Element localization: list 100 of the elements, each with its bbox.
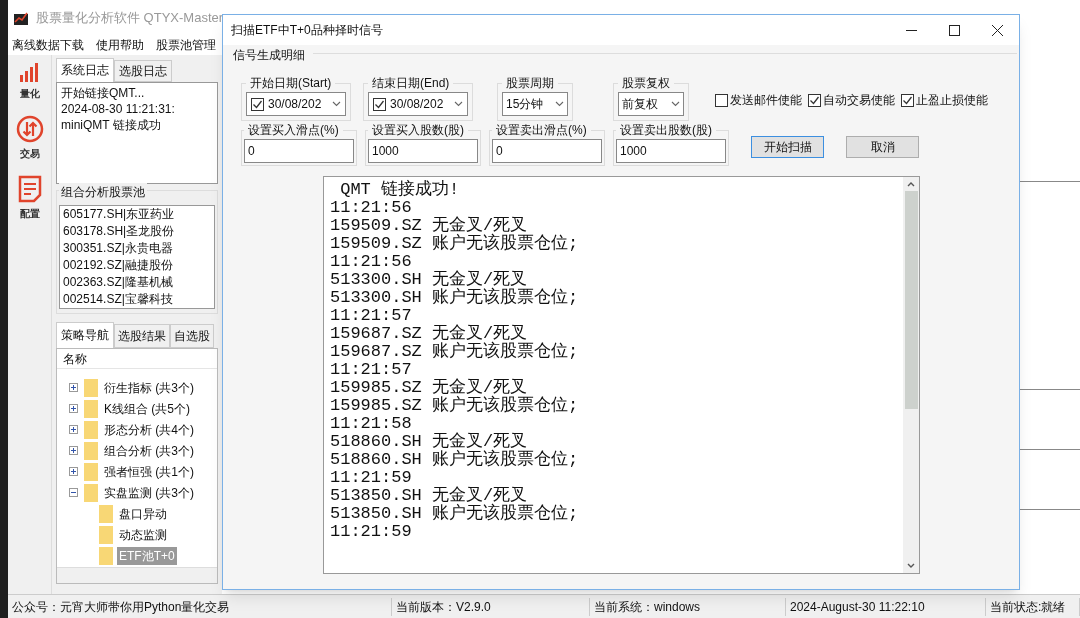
log-line: 11:21:59 (330, 523, 413, 541)
dialog-button[interactable]: 取消 (846, 136, 919, 158)
expand-icon[interactable] (69, 467, 78, 476)
field-label: 设置买入滑点(%) (247, 122, 340, 139)
menu-item[interactable]: 使用帮助 (96, 36, 144, 54)
expand-icon[interactable] (69, 425, 78, 434)
window-title: 股票量化分析软件 QTYX-Master (36, 8, 224, 27)
chevron-down-icon[interactable] (332, 101, 341, 107)
checkbox[interactable] (373, 97, 386, 111)
input-field[interactable]: 1000 (616, 139, 726, 163)
tab[interactable]: 策略导航 (56, 322, 114, 348)
stock-item[interactable]: 603178.SH|圣龙股份 (63, 223, 211, 240)
group-title: 信号生成明细 (225, 46, 313, 64)
scroll-thumb[interactable] (904, 191, 918, 409)
status-text: 公众号：元宵大师带你用Python量化交易 (8, 597, 392, 616)
field-label: 股票复权 (621, 75, 671, 92)
log-line: miniQMT 链接成功 (61, 117, 162, 133)
collapse-icon[interactable] (69, 488, 78, 497)
log-line: 11:21:56 (330, 253, 413, 271)
log-line: 开始链接QMT... (61, 85, 146, 101)
tree-item[interactable]: 动态监测 (117, 525, 169, 544)
tab[interactable]: 选股日志 (114, 60, 172, 82)
app-logo-icon (14, 10, 28, 25)
checkbox-label[interactable]: 止盈止损使能 (916, 91, 988, 109)
stock-item[interactable]: 002192.SZ|融捷股份 (63, 257, 211, 274)
field-label: 结束日期(End) (371, 75, 451, 92)
sidebar-label[interactable]: 量化 (19, 86, 40, 101)
checkbox[interactable] (251, 97, 264, 111)
field-label: 设置卖出股数(股) (619, 122, 713, 139)
log-line: 513300.SH 账户无该股票仓位; (330, 289, 580, 307)
expand-icon[interactable] (69, 383, 78, 392)
field-label: 股票周期 (505, 75, 555, 92)
field-label: 开始日期(Start) (249, 75, 333, 92)
chevron-down-icon[interactable] (454, 101, 463, 107)
menu-item[interactable]: 股票池管理 (156, 36, 216, 54)
input-field[interactable]: 0 (244, 139, 354, 163)
stock-item[interactable]: 300351.SZ|永贵电器 (63, 240, 211, 257)
maximize-icon[interactable] (949, 24, 960, 36)
log-line: 11:21:59 (330, 469, 413, 487)
tree-item[interactable]: 衍生指标 (共3个) (104, 378, 194, 397)
field-label: 设置买入股数(股) (371, 122, 465, 139)
folder-icon (84, 378, 98, 397)
log-line: 2024-08-30 11:21:31: (61, 101, 176, 117)
tree-item[interactable]: 实盘监测 (共3个) (104, 483, 194, 502)
folder-icon (99, 525, 113, 544)
stock-item[interactable]: 002514.SZ|宝馨科技 (63, 291, 211, 308)
expand-icon[interactable] (69, 404, 78, 413)
expand-icon[interactable] (69, 446, 78, 455)
log-line: QMT 链接成功! (339, 181, 461, 199)
date-picker[interactable]: 30/08/202 (246, 92, 346, 116)
status-text: 当前状态:就绪 (986, 597, 1080, 616)
document-icon (17, 175, 42, 203)
dialog-button[interactable]: 开始扫描 (751, 136, 824, 158)
close-icon[interactable] (992, 24, 1003, 36)
field-label: 设置卖出滑点(%) (495, 122, 588, 139)
tree-item[interactable]: 组合分析 (共3个) (104, 441, 194, 460)
dropdown[interactable]: 15分钟 (502, 92, 568, 116)
log-line: 159687.SZ 账户无该股票仓位; (330, 343, 580, 361)
checkbox-label[interactable]: 发送邮件使能 (730, 91, 802, 109)
input-field[interactable]: 0 (492, 139, 602, 163)
tab[interactable]: 选股结果 (114, 324, 170, 348)
status-text: 当前系统：windows (590, 597, 786, 616)
bar-chart-icon (18, 63, 41, 83)
input-field[interactable]: 1000 (368, 139, 478, 163)
checkbox[interactable] (901, 93, 914, 107)
chevron-down-icon[interactable] (555, 101, 564, 107)
tab[interactable]: 自选股 (170, 324, 214, 348)
column-header[interactable]: 名称 (57, 349, 217, 369)
log-line: 11:21:56 (330, 199, 413, 217)
chevron-down-icon[interactable] (671, 101, 680, 107)
group-title: 组合分析股票池 (59, 183, 147, 201)
folder-icon (84, 399, 98, 418)
checkbox[interactable] (715, 93, 728, 107)
sidebar-label[interactable]: 配置 (19, 206, 40, 221)
tree-item[interactable]: 形态分析 (共4个) (104, 420, 194, 439)
sidebar-label[interactable]: 交易 (19, 146, 40, 161)
folder-icon (99, 546, 113, 565)
tree-item[interactable]: K线组合 (共5个) (104, 399, 190, 418)
stock-item[interactable]: 002363.SZ|隆基机械 (63, 274, 211, 291)
folder-icon (99, 504, 113, 523)
folder-icon (84, 441, 98, 460)
dropdown[interactable]: 前复权 (618, 92, 684, 116)
folder-icon (84, 420, 98, 439)
menu-item[interactable]: 离线数据下载 (12, 36, 84, 54)
tab[interactable]: 系统日志 (56, 58, 114, 82)
exchange-arrows-icon (15, 115, 44, 143)
stock-list[interactable]: 605177.SH|东亚药业 603178.SH|圣龙股份 300351.SZ|永贵电器 002192.SZ|融捷股份 002363.SZ|隆基机械 002514.SZ|宝馨科技 (59, 205, 215, 309)
horizontal-scrollbar[interactable] (57, 567, 217, 583)
scrollbar[interactable] (903, 177, 919, 573)
stock-item[interactable]: 605177.SH|东亚药业 (63, 206, 211, 223)
date-picker[interactable]: 30/08/202 (368, 92, 468, 116)
checkbox[interactable] (808, 93, 821, 107)
folder-icon (84, 462, 98, 481)
log-line: 159985.SZ 账户无该股票仓位; (330, 397, 580, 415)
folder-icon (84, 483, 98, 502)
checkbox-label[interactable]: 自动交易使能 (823, 91, 895, 109)
log-line: 159509.SZ 账户无该股票仓位; (330, 235, 580, 253)
tree-item[interactable]: 盘口异动 (117, 504, 169, 523)
log-line: 11:21:58 (330, 415, 413, 433)
tree-item[interactable]: 强者恒强 (共1个) (104, 462, 194, 481)
